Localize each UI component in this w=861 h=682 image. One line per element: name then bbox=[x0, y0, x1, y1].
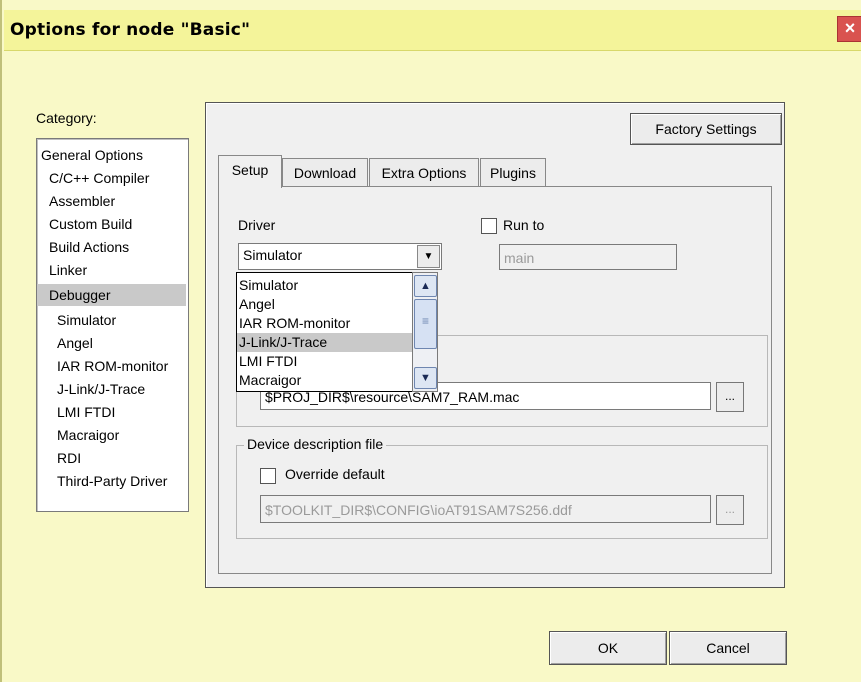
category-item-debugger[interactable]: Debugger bbox=[37, 284, 186, 306]
driver-option-simulator[interactable]: Simulator bbox=[237, 276, 415, 295]
close-button[interactable]: × bbox=[837, 16, 861, 42]
category-item-rdi[interactable]: RDI bbox=[37, 447, 206, 469]
category-item-angel[interactable]: Angel bbox=[37, 332, 206, 354]
ok-button[interactable]: OK bbox=[549, 631, 667, 665]
category-item-assembler[interactable]: Assembler bbox=[37, 190, 198, 212]
category-label: Category: bbox=[36, 110, 97, 126]
driver-option-macraigor[interactable]: Macraigor bbox=[237, 371, 415, 390]
scroll-down-icon[interactable]: ▼ bbox=[414, 367, 437, 389]
device-browse-button[interactable]: ... bbox=[716, 495, 744, 525]
device-description-group bbox=[236, 445, 768, 539]
category-item-linker[interactable]: Linker bbox=[37, 259, 198, 281]
macro-browse-button[interactable]: ... bbox=[716, 382, 744, 412]
dialog-window: Options for node "Basic" × Category: Gen… bbox=[0, 0, 861, 682]
category-item-macraigor[interactable]: Macraigor bbox=[37, 424, 206, 446]
device-file-input[interactable]: $TOOLKIT_DIR$\CONFIG\ioAT91SAM7S256.ddf bbox=[260, 495, 711, 523]
dropdown-scrollbar[interactable]: ▲ ≡ ▼ bbox=[412, 272, 438, 392]
tab-plugins[interactable]: Plugins bbox=[480, 158, 546, 187]
cancel-button[interactable]: Cancel bbox=[669, 631, 787, 665]
category-item-lmi-ftdi[interactable]: LMI FTDI bbox=[37, 401, 206, 423]
driver-option-angel[interactable]: Angel bbox=[237, 295, 415, 314]
tab-extra-options[interactable]: Extra Options bbox=[369, 158, 479, 187]
scroll-up-icon[interactable]: ▲ bbox=[414, 275, 437, 297]
driver-option-lmi-ftdi[interactable]: LMI FTDI bbox=[237, 352, 415, 371]
chevron-down-icon[interactable]: ▼ bbox=[417, 245, 440, 268]
tab-setup[interactable]: Setup bbox=[218, 155, 282, 188]
category-item-iar-rom-monitor[interactable]: IAR ROM-monitor bbox=[37, 355, 206, 377]
window-title: Options for node "Basic" bbox=[10, 20, 251, 40]
title-bar[interactable]: Options for node "Basic" × bbox=[4, 10, 861, 51]
grip-icon: ≡ bbox=[421, 314, 429, 328]
run-to-checkbox[interactable] bbox=[481, 218, 497, 234]
driver-dropdown-list[interactable]: Simulator Angel IAR ROM-monitor J-Link/J… bbox=[236, 272, 416, 392]
device-description-title: Device description file bbox=[244, 436, 387, 452]
category-item-jlink[interactable]: J-Link/J-Trace bbox=[37, 378, 206, 400]
category-list[interactable]: General Options C/C++ Compiler Assembler… bbox=[36, 138, 189, 512]
category-item-simulator[interactable]: Simulator bbox=[37, 309, 206, 331]
driver-option-jlink[interactable]: J-Link/J-Trace bbox=[237, 333, 415, 352]
factory-settings-button[interactable]: Factory Settings bbox=[630, 113, 782, 145]
category-item-custom-build[interactable]: Custom Build bbox=[37, 213, 198, 235]
run-to-label: Run to bbox=[503, 217, 545, 233]
close-icon: × bbox=[844, 18, 856, 38]
driver-select-value: Simulator bbox=[243, 247, 303, 263]
driver-select[interactable]: Simulator ▼ bbox=[238, 243, 442, 270]
category-item-third-party-driver[interactable]: Third-Party Driver bbox=[37, 470, 206, 492]
driver-label: Driver bbox=[238, 217, 276, 233]
category-item-build-actions[interactable]: Build Actions bbox=[37, 236, 198, 258]
override-default-checkbox[interactable] bbox=[260, 468, 276, 484]
run-to-input[interactable]: main bbox=[499, 244, 677, 270]
override-default-label: Override default bbox=[285, 466, 385, 482]
tab-download[interactable]: Download bbox=[282, 158, 368, 187]
category-item-compiler[interactable]: C/C++ Compiler bbox=[37, 167, 198, 189]
scrollbar-thumb[interactable]: ≡ bbox=[414, 299, 437, 349]
category-item-general-options[interactable]: General Options bbox=[37, 144, 190, 166]
driver-option-iar-rom-monitor[interactable]: IAR ROM-monitor bbox=[237, 314, 415, 333]
